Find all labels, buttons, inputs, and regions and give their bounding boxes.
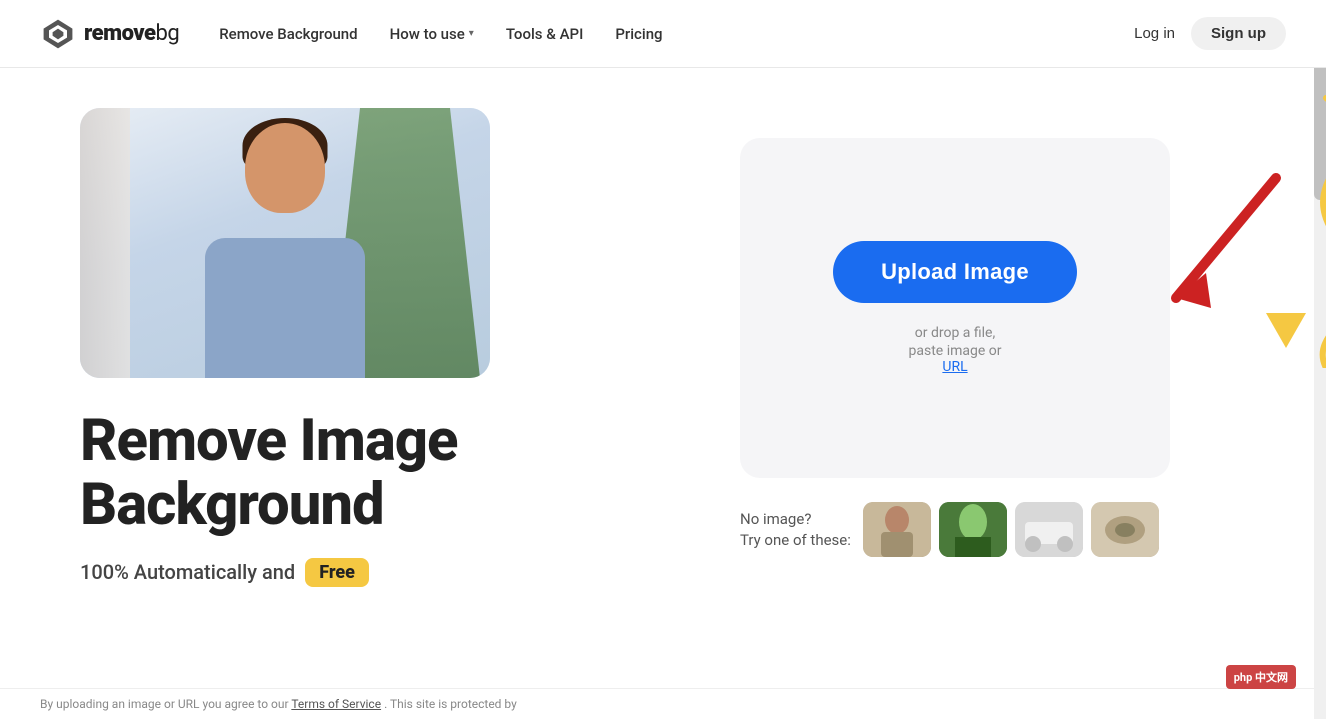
person-head xyxy=(245,123,325,213)
chevron-down-icon: ▾ xyxy=(469,28,474,39)
person-body xyxy=(205,238,365,378)
nav-remove-bg[interactable]: Remove Background xyxy=(219,25,357,43)
upload-image-button[interactable]: Upload Image xyxy=(833,241,1077,303)
free-badge: Free xyxy=(305,558,369,587)
nav-pricing[interactable]: Pricing xyxy=(615,25,662,43)
main-content: Remove Image Background 100% Automatical… xyxy=(0,68,1326,607)
nav-links: Remove Background How to use ▾ Tools & A… xyxy=(219,25,662,43)
subtitle-row: 100% Automatically and Free xyxy=(80,558,700,587)
nav-tools-api[interactable]: Tools & API xyxy=(506,25,584,43)
left-section: Remove Image Background 100% Automatical… xyxy=(80,108,700,587)
scrollbar[interactable] xyxy=(1314,0,1326,719)
sample-thumb-4[interactable] xyxy=(1091,502,1159,557)
hero-image xyxy=(80,108,490,378)
navbar-left: removebg Remove Background How to use ▾ … xyxy=(40,16,663,52)
no-image-text: No image? Try one of these: xyxy=(740,509,851,551)
sample-thumb-3[interactable] xyxy=(1015,502,1083,557)
footer-text: By uploading an image or URL you agree t… xyxy=(0,688,1326,719)
logo-icon xyxy=(40,16,76,52)
logo[interactable]: removebg xyxy=(40,16,179,52)
upload-card[interactable]: Upload Image or drop a file, paste image… xyxy=(740,138,1170,478)
navbar: removebg Remove Background How to use ▾ … xyxy=(0,0,1326,68)
drop-text: or drop a file, paste image or URL xyxy=(909,323,1002,375)
sample-thumbs xyxy=(863,502,1159,557)
person-figure xyxy=(185,118,385,378)
right-section: Upload Image or drop a file, paste image… xyxy=(740,108,1286,557)
headline: Remove Image Background xyxy=(80,410,700,538)
hero-image-inner xyxy=(80,108,490,378)
subtitle-text: 100% Automatically and xyxy=(80,560,295,584)
login-button[interactable]: Log in xyxy=(1134,25,1175,42)
tos-link[interactable]: Terms of Service xyxy=(291,697,381,711)
sample-thumb-2[interactable] xyxy=(939,502,1007,557)
url-link[interactable]: URL xyxy=(942,359,967,375)
sample-images-row: No image? Try one of these: xyxy=(740,502,1170,557)
signup-button[interactable]: Sign up xyxy=(1191,17,1286,50)
sample-thumb-1[interactable] xyxy=(863,502,931,557)
php-badge: php 中文网 xyxy=(1226,665,1296,689)
navbar-right: Log in Sign up xyxy=(1134,17,1286,50)
nav-how-to-use[interactable]: How to use ▾ xyxy=(390,25,474,43)
curtain-decoration xyxy=(80,108,130,378)
squiggle-decoration xyxy=(1206,88,1326,368)
triangle-decoration xyxy=(1266,313,1306,348)
logo-text: removebg xyxy=(84,21,179,46)
